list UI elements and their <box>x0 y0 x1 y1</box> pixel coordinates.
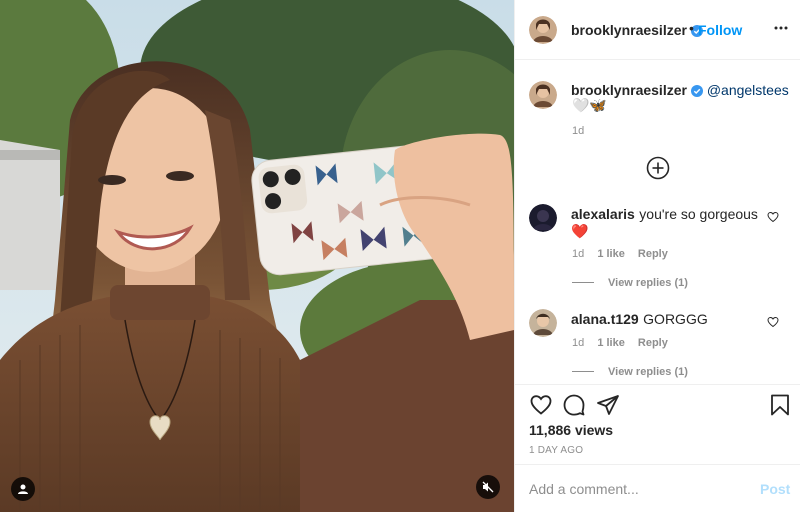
comment-body: alexalaris you're so gorgeous ❤️ <box>571 206 761 240</box>
view-replies-button[interactable]: View replies (1) <box>572 366 688 378</box>
post-details-panel: brooklynraesilzer • Follow brooklynraesi… <box>514 0 800 512</box>
comment-time[interactable]: 1d <box>572 248 584 260</box>
bookmark-icon[interactable] <box>768 393 792 417</box>
caption-avatar[interactable] <box>529 81 557 109</box>
video-frame <box>0 0 514 512</box>
caption-text: brooklynraesilzer @angelstees <box>571 82 789 98</box>
comment-like-icon[interactable] <box>767 211 779 223</box>
comment-likes[interactable]: 1 like <box>597 248 625 260</box>
comment-username[interactable]: alexalaris <box>571 206 635 222</box>
comment-username[interactable]: alana.t129 <box>571 311 639 327</box>
user-tag-icon <box>18 484 28 494</box>
comment-like-icon[interactable] <box>767 316 779 328</box>
add-comment-bar: Post <box>515 464 800 512</box>
author-username[interactable]: brooklynraesilzer <box>571 22 703 38</box>
post-date[interactable]: 1 DAY AGO <box>529 445 583 456</box>
reply-button[interactable]: Reply <box>638 248 668 260</box>
reply-button[interactable]: Reply <box>638 337 668 349</box>
comment-likes[interactable]: 1 like <box>597 337 625 349</box>
share-icon[interactable] <box>596 393 620 417</box>
comment-input[interactable] <box>529 479 749 499</box>
plus-circle-icon[interactable] <box>646 156 670 180</box>
comment-meta: 1d 1 like Reply <box>572 248 678 260</box>
post-comment-button[interactable]: Post <box>760 481 790 497</box>
caption-time[interactable]: 1d <box>572 125 584 137</box>
header-separator: • <box>689 20 694 36</box>
caption-emojis: 🤍🦋 <box>572 97 607 113</box>
mute-button[interactable] <box>476 475 500 499</box>
comment-icon[interactable] <box>562 393 586 417</box>
comment-text: GORGGG <box>643 311 708 327</box>
view-replies-button[interactable]: View replies (1) <box>572 277 688 289</box>
user-tag-button[interactable] <box>11 477 35 501</box>
comment-text: you're so gorgeous <box>639 206 758 222</box>
more-options-icon[interactable] <box>773 20 789 36</box>
post-media[interactable] <box>0 0 514 512</box>
commenter-avatar[interactable] <box>529 204 557 232</box>
muted-speaker-icon <box>482 481 494 493</box>
comment-meta: 1d 1 like Reply <box>572 337 678 349</box>
author-avatar[interactable] <box>529 16 557 44</box>
verified-badge-icon <box>690 85 703 97</box>
view-count[interactable]: 11,886 views <box>529 422 613 438</box>
commenter-avatar[interactable] <box>529 309 557 337</box>
post-header: brooklynraesilzer • Follow <box>515 0 800 60</box>
comment-body: alana.t129 GORGGG <box>571 311 761 328</box>
heart-icon[interactable] <box>529 393 553 417</box>
follow-button[interactable]: Follow <box>698 22 742 38</box>
comment-time[interactable]: 1d <box>572 337 584 349</box>
comment-emoji: ❤️ <box>571 223 589 239</box>
caption-mention[interactable]: @angelstees <box>707 82 789 98</box>
caption-username[interactable]: brooklynraesilzer <box>571 82 703 98</box>
